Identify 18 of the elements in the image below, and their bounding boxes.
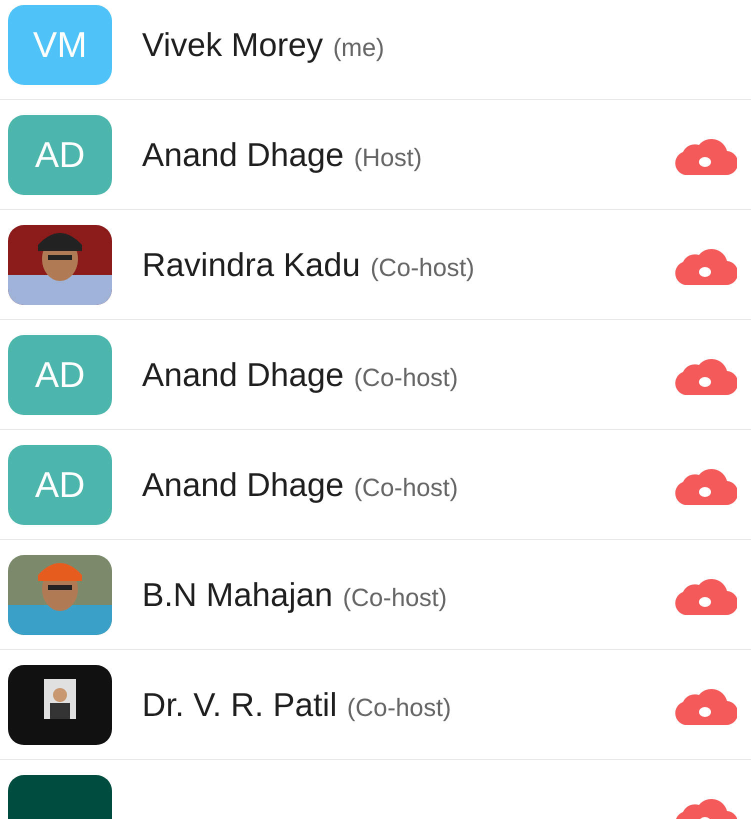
- participant-name: Anand Dhage: [142, 464, 344, 505]
- participant-role: (Host): [354, 142, 422, 174]
- participant-name: Dr. V. R. Patil: [142, 684, 338, 725]
- avatar: AD: [8, 444, 112, 524]
- participant-name: Anand Dhage: [142, 134, 344, 175]
- avatar: VM: [8, 4, 112, 84]
- participant-role: (Co-host): [370, 252, 474, 284]
- participant-role: (Co-host): [354, 472, 458, 504]
- participant-role: (me): [332, 32, 384, 64]
- participant-name: Vivek Morey: [142, 24, 323, 65]
- participant-role: (Co-host): [342, 582, 447, 614]
- avatar: AD: [8, 114, 112, 194]
- avatar: AD: [8, 334, 112, 414]
- participant-role: (Co-host): [354, 362, 458, 394]
- participant-name: Anand Dhage: [142, 354, 344, 395]
- participant-name: B.N Mahajan: [142, 574, 333, 615]
- participant-name: Ravindra Kadu: [142, 244, 360, 285]
- participant-role: (Co-host): [347, 692, 452, 724]
